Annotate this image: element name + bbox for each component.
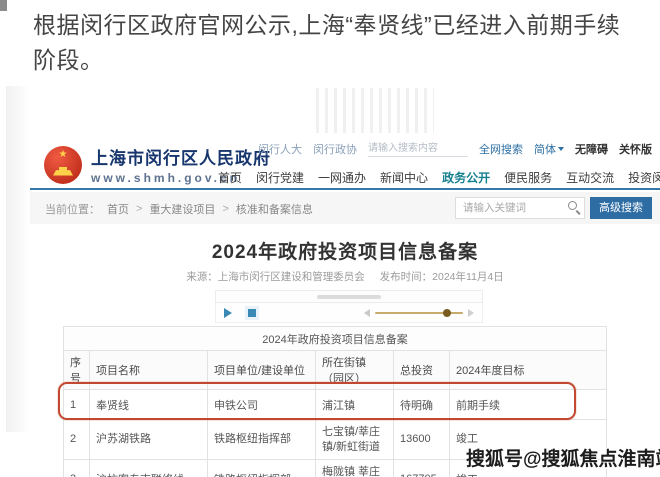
col-header-index: 序号: [64, 351, 90, 390]
search-icon[interactable]: [568, 201, 577, 210]
page-title: 2024年政府投资项目信息备案: [30, 237, 660, 264]
doc-meta: 来源：上海市闵行区建设和管理委员会 发布时间：2024年11月4日: [30, 269, 660, 284]
cell-project-name: 奉贤线: [90, 390, 208, 420]
col-header-2024-target: 2024年度目标: [450, 351, 607, 390]
nav-item-invest[interactable]: 投资闵行: [628, 169, 660, 186]
doc-source: 来源：上海市闵行区建设和管理委员会: [186, 271, 365, 283]
speaker-icon: [468, 309, 474, 317]
header-utility-bar: 闵行人大 闵行政协 全网搜索 简体 无障碍 关怀版: [258, 141, 652, 157]
header-search-input[interactable]: [368, 141, 468, 157]
table-header-row: 序号 项目名称 项目单位/建设单位 所在街镇（园区） 总投资 2024年度目标: [64, 351, 607, 390]
breadcrumb-bar: 当前位置： 首页 > 重大建设项目 > 核准和备案信息 高级搜索: [30, 192, 660, 224]
cell-town: 浦江镇: [316, 390, 394, 420]
keyword-search-input[interactable]: [455, 197, 585, 219]
breadcrumb-separator: >: [222, 203, 228, 215]
scan-artifact-stripes: [316, 88, 434, 133]
advanced-search-button[interactable]: 高级搜索: [590, 197, 652, 219]
national-emblem-icon: [44, 146, 82, 184]
nav-item-services[interactable]: 一网通办: [318, 169, 366, 186]
site-name: 上海市闵行区人民政府: [91, 144, 271, 169]
gov-site-screenshot: 上海市闵行区人民政府 www.shmh.gov.cn 闵行人大 闵行政协 全网搜…: [30, 133, 660, 477]
col-header-town: 所在街镇（园区）: [316, 351, 394, 390]
cell-index: 2: [64, 420, 90, 460]
table-caption-row: 2024年政府投资项目信息备案: [64, 327, 607, 351]
scan-artifact-left-band: [6, 86, 30, 432]
scan-artifact-corner: [0, 0, 7, 11]
col-header-investment: 总投资: [394, 351, 450, 390]
cell-town: 七宝镇/莘庄镇/新虹街道: [316, 420, 394, 460]
col-header-unit: 项目单位/建设单位: [208, 351, 316, 390]
volume-group: [364, 309, 474, 317]
doc-publish-time: 发布时间：2024年11月4日: [380, 271, 504, 283]
cell-investment: 13600: [394, 420, 450, 460]
play-icon[interactable]: [224, 308, 232, 318]
article-paragraph: 根据闵行区政府官网公示,上海“奉贤线”已经进入前期手续阶段。: [33, 8, 635, 78]
audio-player: [215, 290, 483, 323]
breadcrumb-major-projects[interactable]: 重大建设项目: [149, 201, 215, 217]
breadcrumb-filing-info[interactable]: 核准和备案信息: [236, 201, 313, 217]
language-label: 简体: [534, 141, 556, 157]
cell-unit: 铁路枢纽指挥部: [208, 460, 316, 477]
nav-item-home[interactable]: 首页: [218, 169, 242, 186]
volume-slider[interactable]: [375, 312, 463, 314]
cell-target: 前期手续: [450, 390, 607, 420]
cell-project-name: 沪杭客专南联络线: [90, 460, 208, 477]
site-header: 上海市闵行区人民政府 www.shmh.gov.cn 闵行人大 闵行政协 全网搜…: [30, 133, 660, 190]
table-caption: 2024年政府投资项目信息备案: [64, 327, 607, 351]
cell-investment: 待明确: [394, 390, 450, 420]
speaker-icon: [364, 309, 370, 317]
site-wide-search-link[interactable]: 全网搜索: [479, 141, 523, 157]
cell-investment: 167705: [394, 460, 450, 477]
table-row-fengxian-line: 1 奉贤线 申铁公司 浦江镇 待明确 前期手续: [64, 390, 607, 420]
language-select[interactable]: 简体: [534, 141, 564, 157]
cell-unit: 申铁公司: [208, 390, 316, 420]
breadcrumb-label: 当前位置：: [45, 201, 100, 217]
link-renda[interactable]: 闵行人大: [258, 141, 302, 157]
audio-player-caption: [215, 290, 483, 303]
watermark-text: 搜狐号@搜狐焦点淮南站: [466, 444, 660, 471]
link-zhengxie[interactable]: 闵行政协: [313, 141, 357, 157]
nav-item-public[interactable]: 便民服务: [504, 169, 552, 186]
breadcrumb: 当前位置： 首页 > 重大建设项目 > 核准和备案信息: [45, 201, 313, 217]
col-header-project-name: 项目名称: [90, 351, 208, 390]
breadcrumb-home[interactable]: 首页: [107, 201, 129, 217]
accessibility-link[interactable]: 无障碍: [575, 141, 608, 157]
nav-item-party[interactable]: 闵行党建: [256, 169, 304, 186]
main-nav: 首页 闵行党建 一网通办 新闻中心 政务公开 便民服务 互动交流 投资闵行 闵行…: [218, 169, 660, 186]
cell-project-name: 沪苏湖铁路: [90, 420, 208, 460]
cell-town: 梅陇镇 莘庄镇: [316, 460, 394, 477]
chevron-down-icon: [558, 147, 564, 151]
care-mode-link[interactable]: 关怀版: [619, 141, 652, 157]
screenshot-root: 根据闵行区政府官网公示,上海“奉贤线”已经进入前期手续阶段。 上海市闵行区人民政…: [0, 0, 660, 477]
stop-icon[interactable]: [248, 309, 256, 317]
cell-index: 3: [64, 460, 90, 477]
nav-item-interact[interactable]: 互动交流: [566, 169, 614, 186]
breadcrumb-separator: >: [136, 203, 142, 215]
nav-item-gov-info[interactable]: 政务公开: [442, 169, 490, 186]
cell-unit: 铁路枢纽指挥部: [208, 420, 316, 460]
audio-player-controls: [215, 303, 483, 323]
cell-index: 1: [64, 390, 90, 420]
nav-item-news[interactable]: 新闻中心: [380, 169, 428, 186]
volume-knob[interactable]: [443, 309, 451, 317]
audio-progress-bar: [317, 295, 381, 299]
